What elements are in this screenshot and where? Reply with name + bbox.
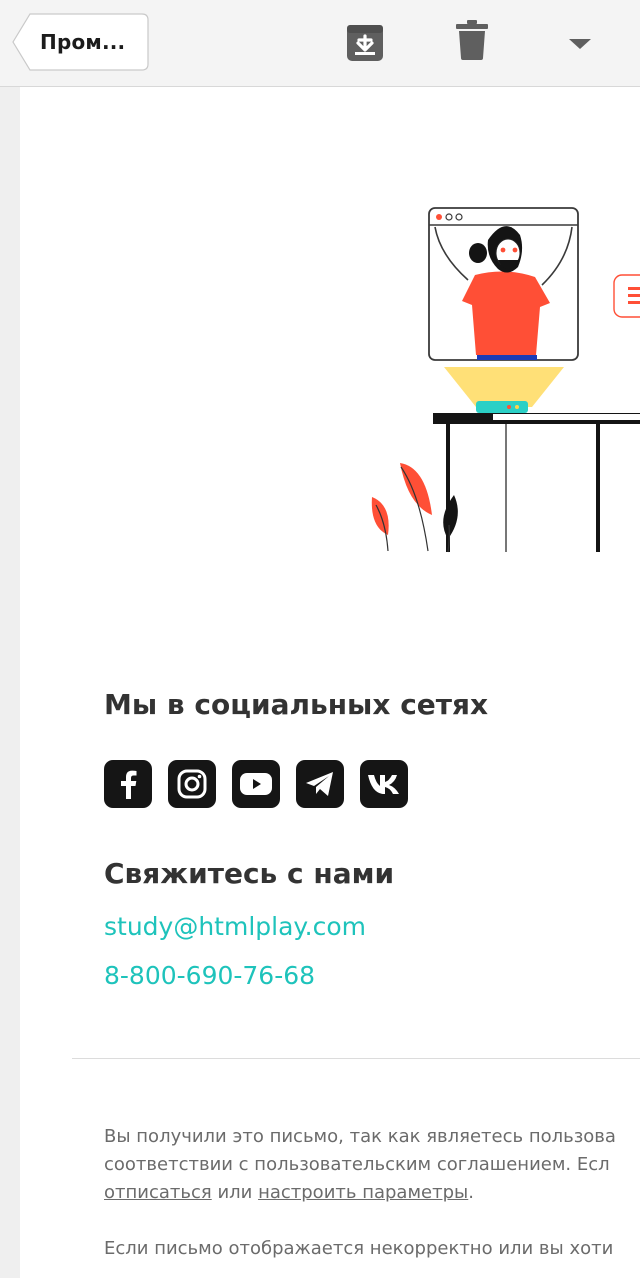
email-body: Мы в социальных сетях Свяжитесь с нами s… [20, 87, 640, 1278]
facebook-icon [121, 770, 137, 799]
footer-text-line3: отписаться или настроить параметры. [104, 1179, 474, 1207]
contact-heading: Свяжитесь с нами [104, 857, 395, 890]
archive-icon[interactable] [346, 24, 384, 62]
youtube-icon [240, 773, 272, 795]
footer-text-line4: Если письмо отображается некорректно или… [104, 1238, 614, 1259]
footer-text-line2: соответствии с пользовательским соглашен… [104, 1154, 610, 1175]
facebook-link[interactable] [104, 760, 152, 808]
phone-link[interactable]: 8-800-690-76-68 [104, 961, 315, 990]
back-button[interactable]: Пром... [12, 13, 149, 71]
vk-icon [368, 775, 399, 794]
dropdown-arrow-icon[interactable] [568, 38, 592, 50]
footer-period: . [468, 1182, 474, 1203]
left-margin [0, 87, 20, 1278]
back-button-label: Пром... [40, 30, 126, 54]
settings-link[interactable]: настроить параметры [258, 1182, 468, 1203]
illustration-person-in-window [371, 207, 640, 553]
instagram-link[interactable] [168, 760, 216, 808]
instagram-icon [177, 769, 207, 799]
unsubscribe-link[interactable]: отписаться [104, 1182, 212, 1203]
social-links [104, 760, 408, 808]
telegram-link[interactable] [296, 760, 344, 808]
telegram-icon [306, 772, 333, 796]
vk-link[interactable] [360, 760, 408, 808]
email-link[interactable]: study@htmlplay.com [104, 912, 366, 941]
trash-icon[interactable] [456, 20, 488, 60]
social-heading: Мы в социальных сетях [104, 688, 489, 721]
footer-or-text: или [211, 1182, 259, 1203]
youtube-link[interactable] [232, 760, 280, 808]
footer-text-line1: Вы получили это письмо, так как являетес… [104, 1126, 616, 1147]
mail-toolbar: Пром... [0, 0, 640, 87]
footer-divider [72, 1058, 640, 1059]
